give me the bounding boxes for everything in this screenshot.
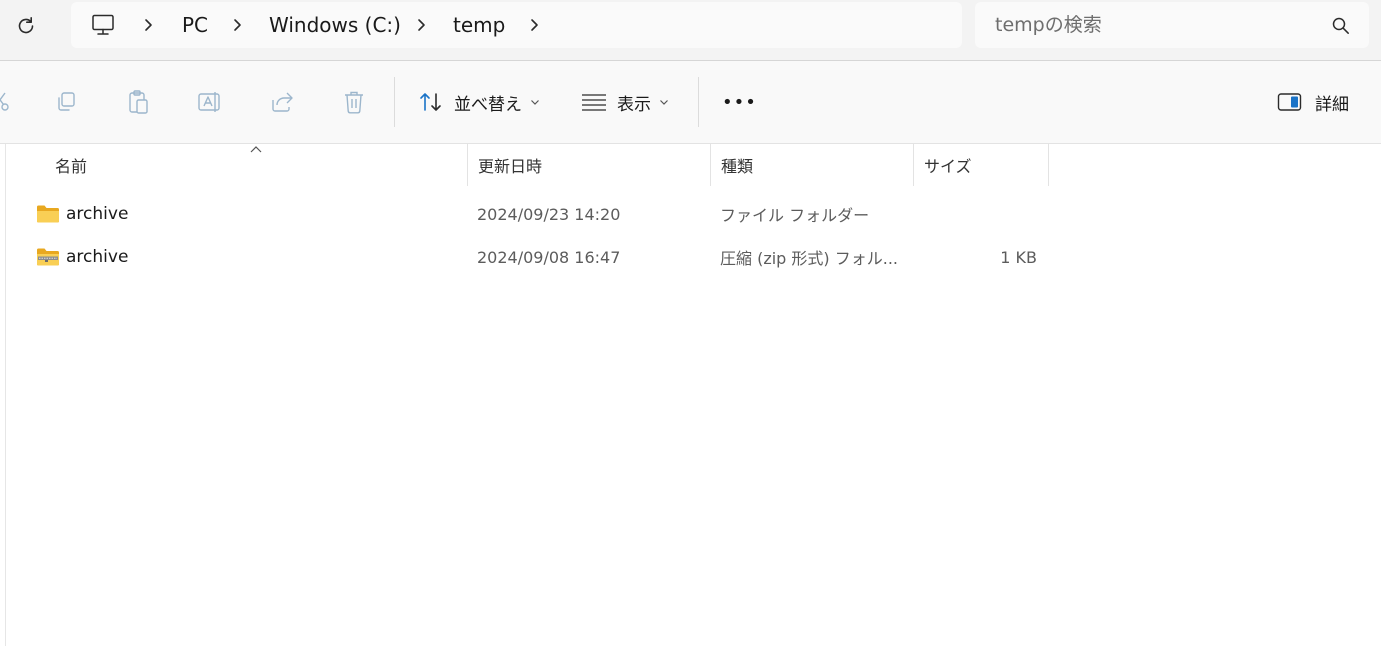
- column-header-date-modified[interactable]: 更新日時: [478, 144, 542, 186]
- file-list: 名前 更新日時 種類 サイズ archive 2024/09/23 14:20 …: [0, 144, 1381, 646]
- breadcrumb-separator-icon[interactable]: [524, 15, 544, 35]
- view-button[interactable]: 表示: [581, 83, 669, 121]
- details-pane-button[interactable]: 詳細: [1277, 83, 1349, 121]
- share-icon[interactable]: [268, 88, 296, 116]
- command-bar: 並べ替え 表示 ••• 詳細: [0, 61, 1381, 144]
- toolbar-divider: [698, 77, 699, 127]
- file-name: archive: [66, 204, 129, 224]
- folder-icon: [37, 205, 59, 223]
- sort-button[interactable]: 並べ替え: [418, 83, 540, 121]
- file-size: [906, 194, 1037, 234]
- column-separator[interactable]: [1048, 144, 1049, 186]
- file-row[interactable]: archive 2024/09/23 14:20 ファイル フォルダー: [6, 194, 1381, 234]
- file-date-modified: 2024/09/23 14:20: [477, 204, 621, 224]
- search-box[interactable]: [975, 2, 1369, 48]
- rename-icon[interactable]: [196, 88, 224, 116]
- file-row[interactable]: archive 2024/09/08 16:47 圧縮 (zip 形式) フォル…: [6, 237, 1381, 277]
- sort-label: 並べ替え: [454, 94, 522, 115]
- file-type: ファイル フォルダー: [720, 206, 870, 225]
- zip-folder-icon: [37, 248, 59, 266]
- chevron-down-icon: [660, 100, 668, 105]
- column-separator[interactable]: [467, 144, 468, 186]
- more-options-button[interactable]: •••: [722, 83, 757, 121]
- file-size: 1 KB: [1000, 247, 1037, 267]
- file-name: archive: [66, 247, 129, 267]
- file-type: 圧縮 (zip 形式) フォル...: [720, 249, 899, 268]
- column-header-size[interactable]: サイズ: [924, 144, 972, 186]
- chevron-down-icon: [531, 100, 539, 105]
- view-label: 表示: [617, 94, 651, 115]
- copy-icon[interactable]: [52, 88, 80, 116]
- more-options-icon: •••: [722, 91, 757, 113]
- toolbar-divider: [394, 77, 395, 127]
- breadcrumb-separator-icon[interactable]: [138, 15, 158, 35]
- column-separator[interactable]: [913, 144, 914, 186]
- view-list-icon: [582, 94, 606, 111]
- delete-icon[interactable]: [340, 88, 368, 116]
- breadcrumb-temp[interactable]: temp: [453, 2, 505, 48]
- refresh-icon: [18, 17, 34, 34]
- breadcrumb-drive-c[interactable]: Windows (C:): [269, 2, 401, 48]
- details-pane-icon: [1277, 93, 1302, 111]
- address-box[interactable]: PC Windows (C:) temp: [71, 2, 962, 48]
- column-header-type[interactable]: 種類: [721, 144, 753, 186]
- column-header-name[interactable]: 名前: [55, 144, 87, 186]
- file-date-modified: 2024/09/08 16:47: [477, 247, 621, 267]
- details-label: 詳細: [1315, 94, 1349, 115]
- breadcrumb-separator-icon[interactable]: [411, 15, 431, 35]
- search-icon[interactable]: [1331, 16, 1351, 36]
- sort-ascending-icon: [250, 146, 262, 153]
- paste-icon[interactable]: [124, 88, 152, 116]
- sort-icon: [420, 93, 441, 111]
- cut-icon[interactable]: [0, 88, 14, 116]
- refresh-button[interactable]: [10, 10, 42, 42]
- breadcrumb-pc[interactable]: PC: [182, 2, 208, 48]
- this-pc-icon: [92, 14, 114, 35]
- address-bar-area: PC Windows (C:) temp: [0, 0, 1381, 61]
- breadcrumb-separator-icon[interactable]: [227, 15, 247, 35]
- column-separator[interactable]: [710, 144, 711, 186]
- search-input[interactable]: [995, 2, 1315, 48]
